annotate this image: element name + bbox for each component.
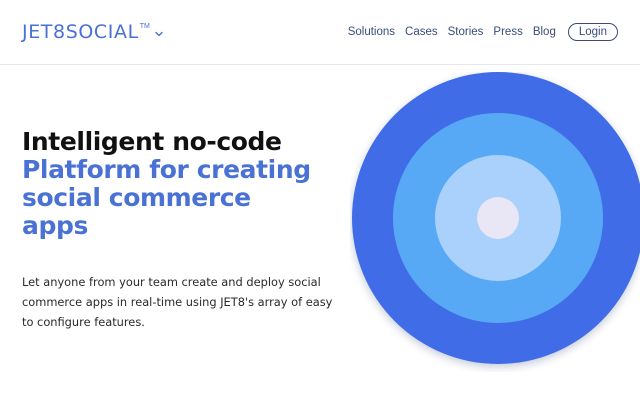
hero-title-line-1: Intelligent no-code xyxy=(22,127,282,156)
brand-trademark: TM xyxy=(139,23,150,30)
hero-subtitle: Let anyone from your team create and dep… xyxy=(22,275,333,329)
nav-item-stories[interactable]: Stories xyxy=(448,22,484,42)
site-header: JET8SOCIAL TM Solutions Cases Stories Pr… xyxy=(0,0,640,64)
hero-heading: Intelligent no-code Platform for creatin… xyxy=(22,128,352,240)
hero-title-line-2: Platform for creating xyxy=(22,155,311,184)
main-nav: Solutions Cases Stories Press Blog Login xyxy=(348,22,618,42)
brand-logo[interactable]: JET8SOCIAL TM xyxy=(22,20,164,44)
ring-center xyxy=(477,197,519,239)
nav-item-press[interactable]: Press xyxy=(493,22,522,42)
nav-item-solutions[interactable]: Solutions xyxy=(348,22,395,42)
chevron-down-icon[interactable] xyxy=(154,26,164,37)
header-divider xyxy=(0,64,640,65)
hero-title-line-4: apps xyxy=(22,211,88,240)
concentric-circles-graphic xyxy=(350,72,640,372)
nav-item-cases[interactable]: Cases xyxy=(405,22,438,42)
brand-logo-wordmark: JET8SOCIAL xyxy=(22,21,139,43)
hero-title-line-3: social commerce xyxy=(22,183,251,212)
login-button[interactable]: Login xyxy=(567,23,618,41)
nav-item-blog[interactable]: Blog xyxy=(533,22,556,42)
